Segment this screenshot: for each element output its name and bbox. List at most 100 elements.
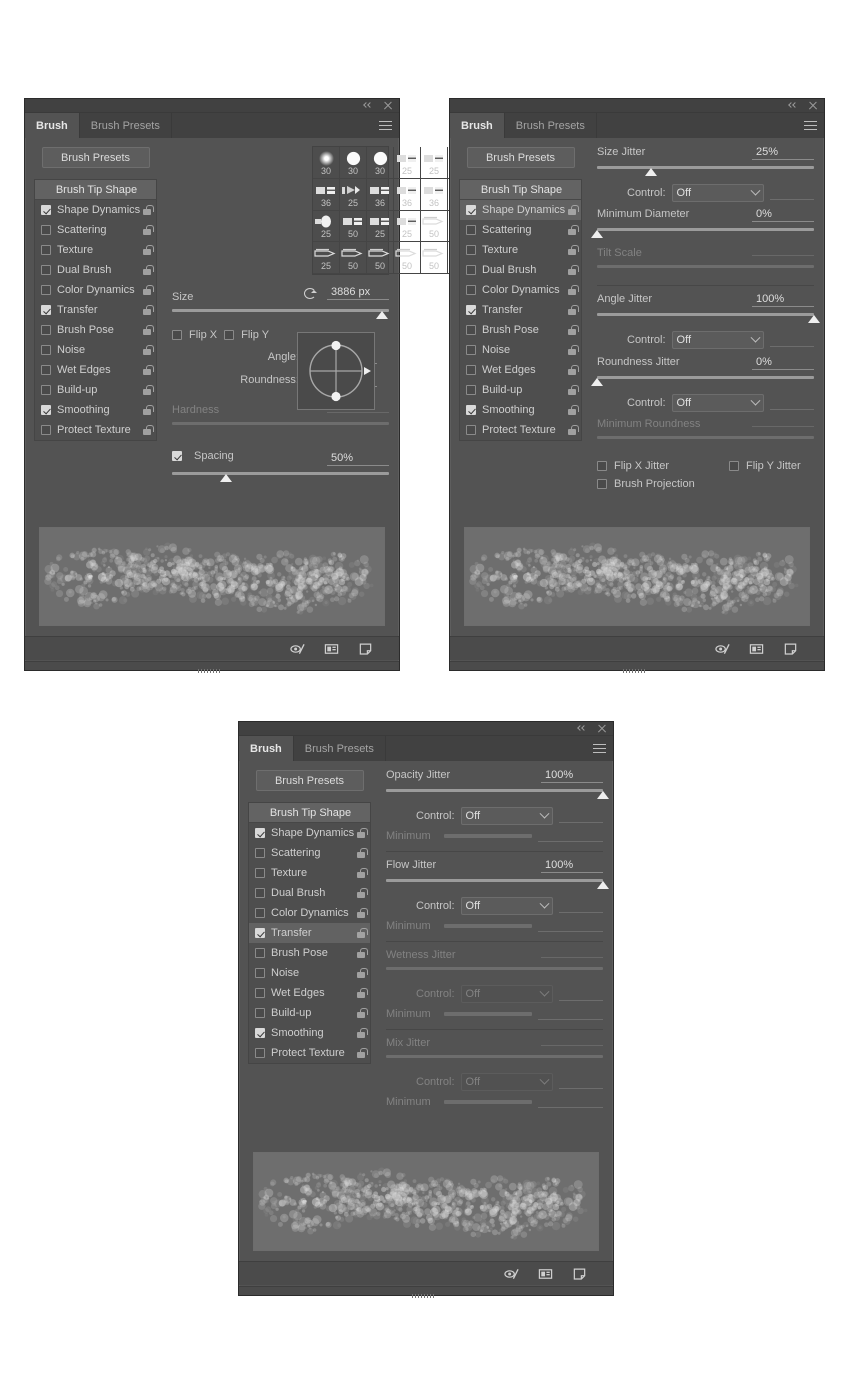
sidebar-item-transfer[interactable]: Transfer [460, 300, 581, 320]
brush-preset-cell[interactable]: 25 [313, 242, 340, 274]
option-checkbox[interactable] [41, 225, 51, 235]
option-checkbox[interactable] [255, 1048, 265, 1058]
brush-preset-cell[interactable]: 25 [394, 210, 421, 243]
sidebar-item-transfer[interactable]: Transfer [35, 300, 156, 320]
brush-preset-cell[interactable]: 50 [367, 242, 394, 274]
lock-icon[interactable] [141, 264, 154, 276]
size-control-select[interactable]: Off [671, 184, 764, 202]
flip-y-checkbox[interactable] [224, 330, 235, 340]
new-brush-icon[interactable] [783, 642, 798, 656]
sidebar-item-smoothing[interactable]: Smoothing [460, 400, 581, 420]
brush-preset-cell[interactable]: 30 [313, 147, 340, 179]
reset-arrow-icon[interactable] [303, 286, 317, 300]
lock-icon[interactable] [355, 907, 368, 919]
lock-icon[interactable] [566, 324, 579, 336]
option-checkbox[interactable] [466, 245, 476, 255]
option-checkbox[interactable] [466, 405, 476, 415]
sidebar-item-scattering[interactable]: Scattering [460, 220, 581, 240]
size-value[interactable]: 3886 px [327, 286, 389, 300]
option-checkbox[interactable] [255, 988, 265, 998]
option-checkbox[interactable] [466, 345, 476, 355]
size-slider-thumb[interactable] [376, 311, 389, 319]
lock-icon[interactable] [566, 404, 579, 416]
sidebar-item-build-up[interactable]: Build-up [460, 380, 581, 400]
flip-x-checkbox[interactable] [172, 330, 182, 340]
lock-icon[interactable] [141, 424, 154, 436]
option-checkbox[interactable] [255, 1008, 265, 1018]
option-checkbox[interactable] [255, 928, 265, 938]
brush-presets-grid-icon[interactable] [538, 1267, 553, 1281]
brush-preset-cell[interactable]: 25 [340, 178, 367, 211]
sidebar-item-protect-texture[interactable]: Protect Texture [460, 420, 581, 440]
brush-preset-cell[interactable]: 50 [340, 210, 367, 243]
toggle-brush-preview-icon[interactable] [504, 1267, 519, 1281]
sidebar-item-smoothing[interactable]: Smoothing [249, 1023, 370, 1043]
new-brush-icon[interactable] [572, 1267, 587, 1281]
opacity-jitter-value[interactable]: 100% [541, 769, 603, 783]
panel-menu-icon[interactable] [804, 120, 817, 131]
sidebar-item-scattering[interactable]: Scattering [35, 220, 156, 240]
size-jitter-value[interactable]: 25% [752, 146, 814, 160]
lock-icon[interactable] [141, 384, 154, 396]
lock-icon[interactable] [355, 967, 368, 979]
lock-icon[interactable] [355, 1047, 368, 1059]
sidebar-item-noise[interactable]: Noise [249, 963, 370, 983]
panel-resize-grip[interactable] [450, 661, 824, 673]
option-checkbox[interactable] [466, 285, 476, 295]
lock-icon[interactable] [566, 284, 579, 296]
option-checkbox[interactable] [255, 968, 265, 978]
lock-icon[interactable] [355, 867, 368, 879]
sidebar-item-shape-dynamics[interactable]: Shape Dynamics [460, 200, 581, 220]
sidebar-item-dual-brush[interactable]: Dual Brush [249, 883, 370, 903]
close-icon[interactable] [808, 100, 819, 111]
sidebar-item-dual-brush[interactable]: Dual Brush [460, 260, 581, 280]
lock-icon[interactable] [141, 344, 154, 356]
lock-icon[interactable] [141, 364, 154, 376]
panel-menu-icon[interactable] [379, 120, 392, 131]
option-checkbox[interactable] [255, 948, 265, 958]
opacity-jitter-thumb[interactable] [597, 791, 609, 799]
sidebar-item-transfer[interactable]: Transfer [249, 923, 370, 943]
brush-presets-button[interactable]: Brush Presets [41, 147, 150, 168]
option-checkbox[interactable] [466, 205, 476, 215]
option-checkbox[interactable] [255, 828, 265, 838]
spacing-checkbox[interactable] [172, 451, 182, 461]
sidebar-item-wet-edges[interactable]: Wet Edges [35, 360, 156, 380]
angle-jitter-value[interactable]: 100% [752, 293, 814, 307]
lock-icon[interactable] [566, 204, 579, 216]
minimum-diameter-slider[interactable] [591, 226, 814, 239]
collapse-icon[interactable] [363, 100, 374, 111]
option-checkbox[interactable] [255, 868, 265, 878]
brush-preset-cell[interactable]: 50 [394, 242, 421, 274]
sidebar-item-build-up[interactable]: Build-up [249, 1003, 370, 1023]
angle-jitter-slider[interactable] [597, 311, 820, 324]
spacing-value[interactable]: 50% [327, 452, 389, 466]
sidebar-item-brush-pose[interactable]: Brush Pose [249, 943, 370, 963]
sidebar-item-texture[interactable]: Texture [35, 240, 156, 260]
flow-jitter-value[interactable]: 100% [541, 859, 603, 873]
sidebar-item-shape-dynamics[interactable]: Shape Dynamics [35, 200, 156, 220]
angle-roundness-dial[interactable] [297, 332, 375, 410]
minimum-diameter-thumb[interactable] [591, 230, 603, 238]
sidebar-item-noise[interactable]: Noise [35, 340, 156, 360]
option-checkbox[interactable] [255, 848, 265, 858]
brush-preset-cell[interactable]: 30 [367, 147, 394, 179]
lock-icon[interactable] [566, 424, 579, 436]
sidebar-item-color-dynamics[interactable]: Color Dynamics [460, 280, 581, 300]
close-icon[interactable] [597, 723, 608, 734]
brush-preset-cell[interactable]: 50 [421, 210, 448, 243]
tab-brush[interactable]: Brush [25, 113, 80, 138]
lock-icon[interactable] [355, 887, 368, 899]
lock-icon[interactable] [355, 1007, 368, 1019]
panel-resize-grip[interactable] [25, 661, 399, 673]
roundness-jitter-thumb[interactable] [591, 378, 603, 386]
sidebar-item-protect-texture[interactable]: Protect Texture [35, 420, 156, 440]
flow-jitter-slider[interactable] [386, 877, 609, 890]
sidebar-item-brush-pose[interactable]: Brush Pose [35, 320, 156, 340]
sidebar-item-shape-dynamics[interactable]: Shape Dynamics [249, 823, 370, 843]
flow-control-select[interactable]: Off [460, 897, 553, 915]
lock-icon[interactable] [566, 304, 579, 316]
lock-icon[interactable] [355, 827, 368, 839]
brush-preset-cell[interactable]: 25 [313, 210, 340, 243]
option-checkbox[interactable] [466, 265, 476, 275]
